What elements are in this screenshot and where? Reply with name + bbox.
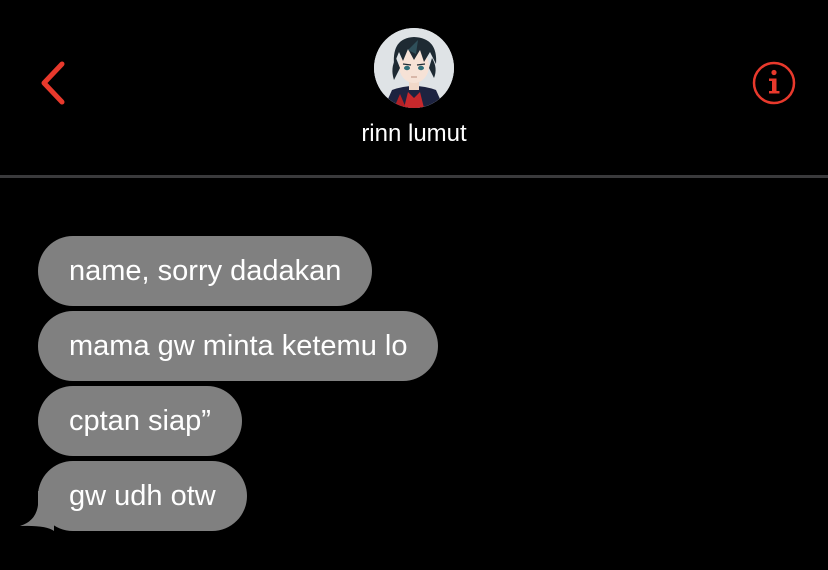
message-text: gw udh otw bbox=[69, 480, 216, 512]
message-bubble[interactable]: name, sorry dadakan bbox=[38, 236, 373, 306]
message-list: name, sorry dadakan mama gw minta ketemu… bbox=[20, 236, 798, 531]
chat-screen: rinn lumut name, sorry dadakan mama gw m… bbox=[0, 0, 828, 570]
info-button[interactable] bbox=[751, 60, 797, 106]
contact-avatar[interactable] bbox=[374, 28, 454, 108]
avatar-image bbox=[374, 28, 454, 108]
message-bubble[interactable]: cptan siap” bbox=[38, 386, 242, 456]
message-text: name, sorry dadakan bbox=[69, 255, 342, 287]
bubble-tail bbox=[20, 491, 54, 531]
message-bubble[interactable]: mama gw minta ketemu lo bbox=[38, 311, 439, 381]
contact-name[interactable]: rinn lumut bbox=[0, 120, 828, 148]
message-bubble[interactable]: gw udh otw bbox=[20, 461, 247, 531]
back-button[interactable] bbox=[34, 58, 74, 108]
chat-header: rinn lumut bbox=[0, 0, 828, 178]
message-text: cptan siap” bbox=[69, 405, 211, 437]
chevron-left-icon bbox=[41, 61, 65, 105]
info-circle-icon bbox=[752, 61, 796, 105]
message-text: mama gw minta ketemu lo bbox=[69, 330, 408, 362]
header-divider bbox=[0, 175, 828, 178]
